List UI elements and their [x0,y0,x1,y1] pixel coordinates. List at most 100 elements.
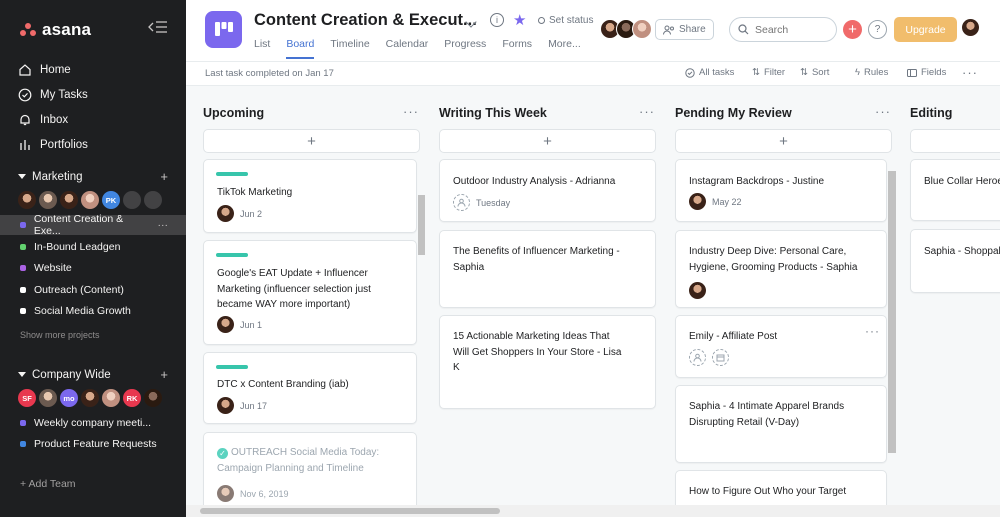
unassigned-avatar-icon[interactable] [453,194,470,211]
column-scrollbar[interactable] [418,195,425,255]
avatar[interactable] [81,191,99,209]
avatar[interactable] [144,389,162,407]
project-inbound-leadgen[interactable]: In-Bound Leadgen [0,237,186,257]
avatar[interactable] [39,191,57,209]
team-company-header[interactable]: Company Wide + [18,367,168,382]
asana-logo[interactable]: asana [20,20,91,40]
card-more-icon[interactable]: ··· [865,324,880,338]
nav-home[interactable]: Home [18,63,71,77]
assignee-avatar[interactable] [217,485,234,502]
sort-label: Sort [811,67,830,78]
add-project-icon[interactable]: + [160,169,168,184]
show-more-projects-link[interactable]: Show more projects [20,330,100,340]
bell-icon [20,114,30,126]
column-scrollbar[interactable] [888,171,896,453]
search-input[interactable] [755,23,825,36]
tab-timeline[interactable]: Timeline [330,38,369,59]
avatar[interactable] [102,389,120,407]
tab-list[interactable]: List [254,38,270,59]
avatar-rk[interactable]: RK [123,389,141,407]
scrollbar-thumb[interactable] [200,508,500,514]
add-task-button[interactable]: + [439,129,656,153]
nav-inbox[interactable]: Inbox [18,113,68,127]
project-weekly-meeting[interactable]: Weekly company meeti... [0,413,186,433]
assignee-avatar[interactable] [689,282,706,299]
column-more-icon[interactable]: ··· [639,104,655,119]
board-horizontal-scrollbar[interactable] [186,505,1000,517]
team-company-title: Company Wide [32,368,111,381]
more-options-icon[interactable]: ··· [962,65,978,80]
add-team-link[interactable]: + Add Team [20,478,76,490]
check-circle-icon [685,67,695,78]
star-icon[interactable]: ★ [513,11,526,29]
fields-button[interactable]: Fields [907,67,946,78]
add-project-icon[interactable]: + [160,367,168,382]
due-date-calendar-icon[interactable] [712,349,729,366]
column-more-icon[interactable]: ··· [875,104,891,119]
avatar-pk[interactable]: PK [102,191,120,209]
assignee-avatar[interactable] [217,316,234,333]
sort-button[interactable]: ⇅ Sort [800,67,829,78]
info-icon[interactable]: i [490,13,504,27]
completed-check-icon[interactable]: ✓ [217,448,228,459]
task-card[interactable]: Blue Collar Heroes [910,159,1000,221]
quick-add-button[interactable]: + [843,20,862,39]
avatar[interactable] [81,389,99,407]
collapse-sidebar-icon[interactable] [148,20,168,36]
task-card[interactable]: Google's EAT Update + Influencer Marketi… [203,240,417,345]
tab-board[interactable]: Board [286,38,315,59]
tab-progress[interactable]: Progress [444,38,486,59]
project-members[interactable] [600,19,652,39]
unassigned-avatar-icon[interactable] [689,349,706,366]
project-social-media-growth[interactable]: Social Media Growth [0,301,186,321]
task-card[interactable]: 15 Actionable Marketing Ideas That Will … [439,315,656,409]
more-options-icon[interactable]: ··· [158,219,169,231]
avatar-placeholder[interactable] [123,191,141,209]
due-date: Jun 2 [240,208,263,219]
assignee-avatar[interactable] [689,193,706,210]
column-more-icon[interactable]: ··· [403,104,419,119]
project-outreach[interactable]: Outreach (Content) [0,280,186,300]
filter-button[interactable]: ⇅ Filter [752,67,785,78]
project-content-creation[interactable]: Content Creation & Exe... ··· [0,213,186,237]
help-icon[interactable]: ? [868,20,887,39]
task-card[interactable]: Industry Deep Dive: Personal Care, Hygie… [675,230,887,308]
team-marketing-header[interactable]: Marketing + [18,169,168,184]
project-feature-requests[interactable]: Product Feature Requests [0,434,186,454]
task-card[interactable]: Instagram Backdrops - Justine May 22 [675,159,887,222]
add-task-button[interactable]: + [203,129,420,153]
assignee-avatar[interactable] [217,205,234,222]
search-box[interactable] [729,17,837,42]
task-card[interactable]: Saphia - 4 Intimate Apparel Brands Disru… [675,385,887,463]
task-card[interactable]: Outdoor Industry Analysis - Adrianna Tue… [439,159,656,222]
task-card[interactable]: Emily - Affiliate Post ··· [675,315,887,378]
rules-button[interactable]: ϟ Rules [855,67,888,78]
user-avatar[interactable] [962,19,979,36]
avatar-mo[interactable]: mo [60,389,78,407]
add-task-button[interactable] [910,129,1000,153]
filter-label: Filter [763,67,786,78]
tab-more[interactable]: More... [548,38,581,59]
upgrade-button[interactable]: Upgrade [894,17,957,42]
tab-calendar[interactable]: Calendar [386,38,429,59]
add-task-button[interactable]: + [675,129,892,153]
avatar-sf[interactable]: SF [18,389,36,407]
tab-forms[interactable]: Forms [502,38,532,59]
project-website[interactable]: Website [0,258,186,278]
all-tasks-button[interactable]: All tasks [685,67,734,78]
task-card[interactable]: Saphia - Shoppab [910,229,1000,293]
fields-label: Fields [921,67,947,78]
avatar-placeholder[interactable] [144,191,162,209]
avatar[interactable] [18,191,36,209]
task-card[interactable]: The Benefits of Influencer Marketing - S… [439,230,656,308]
task-card[interactable]: DTC x Content Branding (iab) Jun 17 [203,352,417,424]
project-board-icon[interactable] [205,11,242,48]
avatar[interactable] [60,191,78,209]
avatar[interactable] [39,389,57,407]
nav-portfolios[interactable]: Portfolios [18,138,88,152]
set-status-button[interactable]: Set status [538,15,593,26]
assignee-avatar[interactable] [217,397,234,414]
share-button[interactable]: Share [655,19,714,40]
nav-my-tasks[interactable]: My Tasks [18,88,88,102]
task-card[interactable]: TikTok Marketing Jun 2 [203,159,417,233]
